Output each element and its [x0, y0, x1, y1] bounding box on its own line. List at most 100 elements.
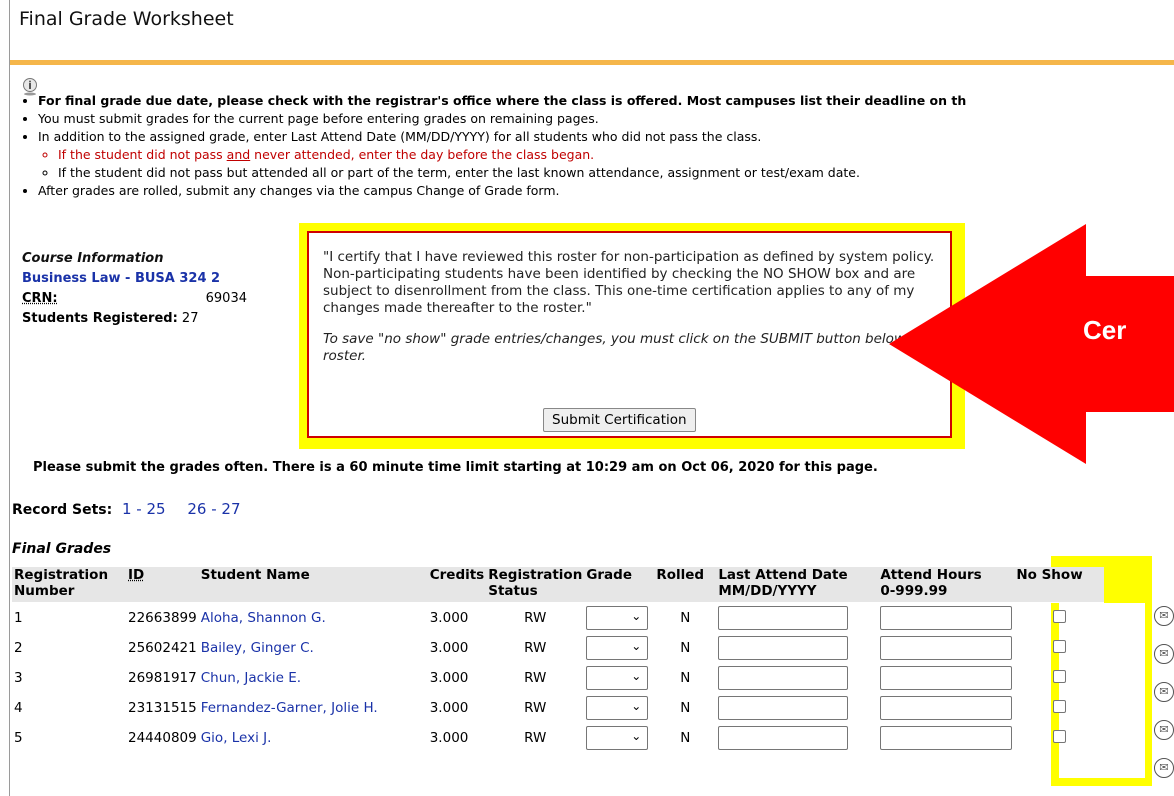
registration-status: RW — [524, 730, 547, 746]
grades-table: Registration Number ID Student Name Cred… — [12, 567, 1105, 753]
email-icon[interactable]: ✉ — [1154, 644, 1174, 664]
email-icon[interactable]: ✉ — [1154, 720, 1174, 740]
student-name-link[interactable]: Aloha, Shannon G. — [199, 603, 428, 634]
credits: 3.000 — [429, 640, 469, 656]
table-row: 1 22663899 Aloha, Shannon G. 3.000 RW ⌄ … — [12, 603, 1104, 634]
attend-hours-cell — [878, 663, 1014, 693]
credits: 3.000 — [429, 730, 469, 746]
rolled: N — [680, 640, 691, 656]
no-show-cell — [1014, 723, 1104, 753]
attend-hours-input[interactable] — [880, 666, 1013, 690]
header-attend-hours: Attend Hours 0-999.99 — [878, 567, 1015, 603]
certification-note: To save "no show" grade entries/changes,… — [323, 331, 932, 364]
grades-header-row: Registration Number ID Student Name Cred… — [12, 567, 1105, 603]
header-id-text: ID — [128, 567, 145, 583]
credits: 3.000 — [429, 670, 469, 686]
header-attend-hours-range: 0-999.99 — [880, 583, 948, 599]
header-last-attend-date: Last Attend Date MM/DD/YYYY — [716, 567, 879, 603]
course-name: Business Law - BUSA 324 2 — [22, 271, 221, 286]
rolled: N — [680, 670, 691, 686]
annotation-arrow — [889, 224, 1174, 464]
last-attend-cell — [716, 723, 878, 753]
students-registered: Students Registered: 27 — [22, 309, 247, 329]
page-title: Final Grade Worksheet — [19, 8, 234, 30]
time-limit-note: Please submit the grades often. There is… — [33, 460, 878, 475]
header-attend-hours-text: Attend Hours — [880, 567, 982, 583]
email-icon[interactable]: ✉ — [1154, 682, 1174, 702]
no-show-checkbox[interactable] — [1052, 669, 1066, 683]
crn-label: CRN: — [22, 291, 58, 306]
sub1-part-b: and — [226, 147, 251, 162]
grade-select[interactable]: ⌄ — [586, 726, 649, 750]
email-icon[interactable]: ✉ — [1154, 606, 1174, 626]
students-registered-value: 27 — [181, 311, 199, 326]
last-attend-date-input[interactable] — [718, 636, 849, 660]
no-show-checkbox[interactable] — [1052, 609, 1066, 623]
attend-hours-cell — [878, 723, 1014, 753]
chevron-down-icon: ⌄ — [631, 729, 642, 743]
sub1-part-c: never attended, enter the day before the… — [250, 147, 595, 162]
grade-cell: ⌄ — [584, 603, 654, 634]
student-name-link[interactable]: Chun, Jackie E. — [199, 663, 428, 693]
record-sets-label: Record Sets: — [12, 502, 113, 518]
credits: 3.000 — [429, 610, 469, 626]
no-show-cell — [1014, 603, 1104, 634]
student-id: 22663899 — [128, 610, 197, 626]
grade-select[interactable]: ⌄ — [586, 606, 649, 630]
no-show-checkbox[interactable] — [1052, 639, 1066, 653]
grade-select[interactable]: ⌄ — [586, 696, 649, 720]
grade-cell: ⌄ — [584, 693, 654, 723]
table-row: 2 25602421 Bailey, Ginger C. 3.000 RW ⌄ … — [12, 633, 1104, 663]
attend-hours-input[interactable] — [880, 696, 1013, 720]
student-name-link[interactable]: Fernandez-Garner, Jolie H. — [199, 693, 428, 723]
submit-certification-button[interactable]: Submit Certification — [543, 408, 696, 432]
registration-number: 1 — [14, 610, 23, 626]
last-attend-date-input[interactable] — [718, 666, 849, 690]
instruction-partial-attended: If the student did not pass but attended… — [58, 164, 1174, 182]
rolled: N — [680, 610, 691, 626]
registration-number: 3 — [14, 670, 23, 686]
grade-select[interactable]: ⌄ — [586, 666, 649, 690]
student-name-link[interactable]: Gio, Lexi J. — [199, 723, 428, 753]
email-icon[interactable]: ✉ — [1154, 758, 1174, 778]
attend-hours-input[interactable] — [880, 636, 1013, 660]
chevron-down-icon: ⌄ — [631, 669, 642, 683]
certification-statement: "I certify that I have reviewed this ros… — [323, 249, 935, 316]
instruction-submit-page: You must submit grades for the current p… — [38, 110, 1174, 128]
course-info: Course Information Business Law - BUSA 3… — [22, 249, 247, 329]
last-attend-date-input[interactable] — [718, 696, 849, 720]
rolled: N — [680, 700, 691, 716]
chevron-down-icon: ⌄ — [631, 609, 642, 623]
last-attend-date-input[interactable] — [718, 606, 849, 630]
table-row: 3 26981917 Chun, Jackie E. 3.000 RW ⌄ N — [12, 663, 1104, 693]
attend-hours-cell — [878, 693, 1014, 723]
instruction-last-attend: In addition to the assigned grade, enter… — [38, 128, 1174, 182]
instructions-list: For final grade due date, please check w… — [20, 92, 1174, 200]
instruction-sublist: If the student did not pass and never at… — [38, 146, 1174, 182]
title-divider — [10, 60, 1174, 65]
record-set-link-1[interactable]: 1 - 25 — [122, 500, 166, 518]
grade-cell: ⌄ — [584, 723, 654, 753]
grade-select[interactable]: ⌄ — [586, 636, 649, 660]
student-name-link[interactable]: Bailey, Ginger C. — [199, 633, 428, 663]
annotation-label: Cer — [1083, 315, 1127, 345]
course-info-heading: Course Information — [22, 251, 164, 266]
registration-status: RW — [524, 610, 547, 626]
header-registration-number: Registration Number — [12, 567, 126, 603]
registration-status: RW — [524, 640, 547, 656]
record-set-link-2[interactable]: 26 - 27 — [187, 500, 240, 518]
credits: 3.000 — [429, 700, 469, 716]
student-id: 26981917 — [128, 670, 197, 686]
registration-status: RW — [524, 670, 547, 686]
last-attend-date-input[interactable] — [718, 726, 849, 750]
no-show-checkbox[interactable] — [1052, 699, 1066, 713]
crn-row: CRN: 69034 — [22, 289, 247, 309]
student-id: 23131515 — [128, 700, 197, 716]
attend-hours-input[interactable] — [880, 606, 1013, 630]
no-show-cell — [1014, 663, 1104, 693]
no-show-checkbox[interactable] — [1052, 729, 1066, 743]
last-attend-cell — [716, 603, 878, 634]
attend-hours-input[interactable] — [880, 726, 1013, 750]
certification-box: "I certify that I have reviewed this ros… — [307, 231, 952, 438]
header-last-attend-format: MM/DD/YYYY — [718, 583, 817, 599]
